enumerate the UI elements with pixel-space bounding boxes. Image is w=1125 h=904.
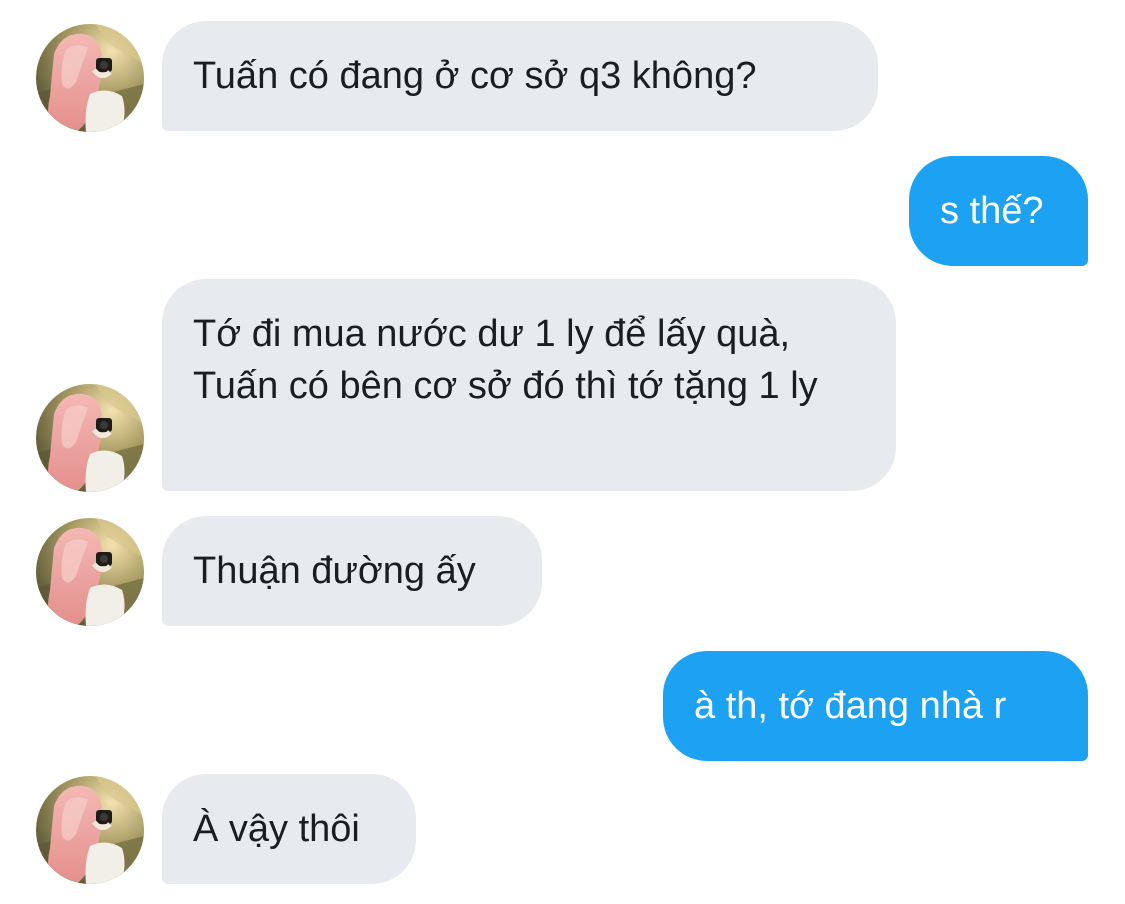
message-text: à th, tớ đang nhà r: [694, 685, 1007, 727]
message-bubble-incoming[interactable]: Thuận đường ấy: [162, 516, 542, 626]
message-bubble-outgoing[interactable]: à th, tớ đang nhà r: [663, 651, 1088, 761]
message-text: s thế?: [940, 190, 1044, 232]
avatar-photo-icon: [36, 384, 144, 492]
avatar-photo-icon: [36, 24, 144, 132]
avatar-photo-icon: [36, 518, 144, 626]
message-bubble-incoming[interactable]: Tớ đi mua nước dư 1 ly để lấy quà, Tuấn …: [162, 279, 896, 491]
contact-avatar[interactable]: [36, 24, 144, 132]
message-text: À vậy thôi: [193, 808, 360, 850]
message-text: Tớ đi mua nước dư 1 ly để lấy quà, Tuấn …: [193, 313, 818, 407]
message-text: Thuận đường ấy: [193, 550, 476, 592]
message-bubble-outgoing[interactable]: s thế?: [909, 156, 1088, 266]
contact-avatar[interactable]: [36, 384, 144, 492]
contact-avatar[interactable]: [36, 776, 144, 884]
avatar-photo-icon: [36, 776, 144, 884]
message-bubble-incoming[interactable]: À vậy thôi: [162, 774, 416, 884]
message-bubble-incoming[interactable]: Tuấn có đang ở cơ sở q3 không?: [162, 21, 878, 131]
contact-avatar[interactable]: [36, 518, 144, 626]
message-text: Tuấn có đang ở cơ sở q3 không?: [193, 55, 757, 97]
